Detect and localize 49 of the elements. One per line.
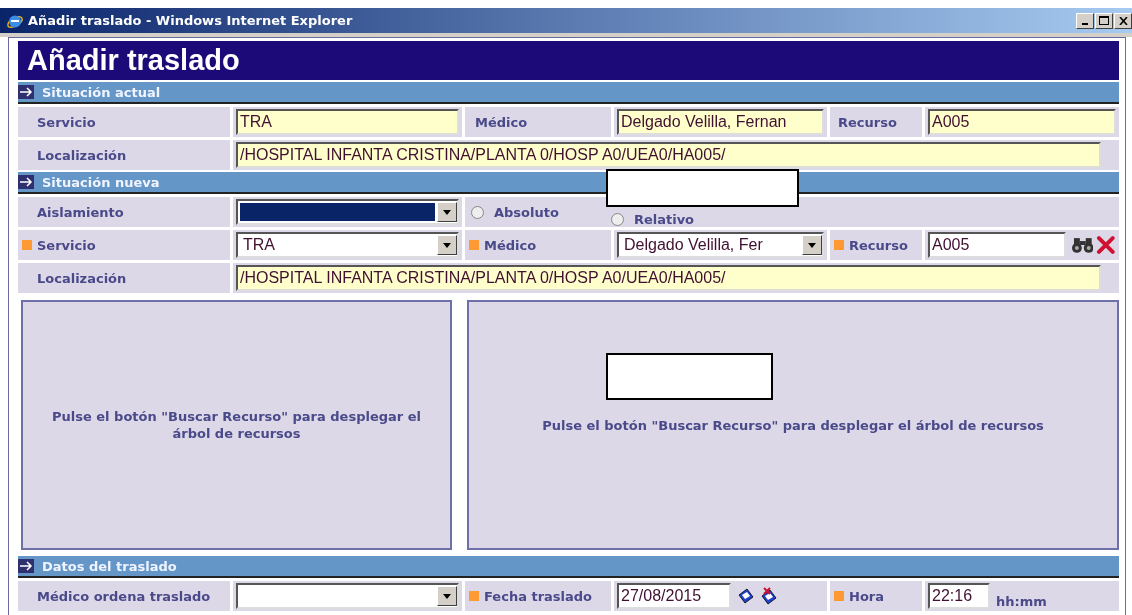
panel-message: Pulse el botón "Buscar Recurso" para desplegar el árbol de recursos: [542, 416, 1044, 434]
field-label: Aislamiento: [37, 204, 124, 220]
field-label: Recurso: [838, 114, 897, 130]
text-field[interactable]: /HOSPITAL INFANTA CRISTINA/PLANTA 0/HOSP A0/UEA0/HA005/: [236, 142, 1101, 168]
text-field[interactable]: Delgado Velilla, Fernan: [617, 109, 824, 135]
time-field[interactable]: 22:16: [928, 583, 990, 609]
dropdown[interactable]: [236, 583, 459, 609]
text-field[interactable]: TRA: [236, 109, 459, 135]
dropdown[interactable]: [236, 199, 459, 225]
date-field[interactable]: 27/08/2015: [617, 583, 731, 609]
field-label: Fecha traslado: [484, 588, 593, 604]
maximize-button[interactable]: [1095, 12, 1113, 29]
page-title: Añadir traslado: [27, 44, 240, 77]
dropdown[interactable]: TRA: [236, 232, 459, 258]
arrow-right-icon: [18, 85, 34, 99]
field-label: Localización: [37, 270, 127, 286]
field-label: Servicio: [37, 237, 96, 253]
text-field[interactable]: A005: [928, 109, 1116, 135]
section-title: Datos del traslado: [42, 558, 177, 574]
radio-button[interactable]: [471, 205, 484, 219]
close-icon: [1118, 16, 1128, 25]
dropdown[interactable]: Delgado Velilla, Fer: [617, 232, 824, 258]
arrow-right-icon: [18, 175, 34, 189]
field-label: Hora: [849, 588, 884, 604]
field-label: Médico: [484, 237, 537, 253]
minimize-button[interactable]: [1076, 12, 1094, 29]
window-title: Añadir traslado - Windows Internet Explorer: [28, 13, 354, 28]
radio-option[interactable]: Relativo: [610, 211, 695, 227]
radio-option[interactable]: Absoluto: [471, 204, 559, 220]
field-label: Servicio: [37, 114, 96, 130]
calendar-icon[interactable]: [737, 587, 755, 605]
section-title: Situación nueva: [42, 174, 160, 190]
panel-message: Pulse el botón "Buscar Recurso" para desplegar el árbol de recursos: [50, 408, 423, 442]
radio-button[interactable]: [610, 212, 624, 226]
field-label: Médico ordena traslado: [37, 588, 211, 604]
field-label: Médico: [475, 114, 528, 130]
field-label: Recurso: [849, 237, 908, 253]
maximize-icon: [1099, 16, 1109, 25]
field-label: Localización: [37, 147, 127, 163]
minimize-icon: [1082, 22, 1088, 25]
section-title: Situación actual: [42, 84, 161, 100]
text-field[interactable]: A005: [928, 232, 1066, 258]
delete-icon[interactable]: [1096, 236, 1116, 254]
close-button[interactable]: [1114, 12, 1132, 29]
binoculars-icon[interactable]: [1071, 236, 1094, 254]
arrow-right-icon: [18, 559, 34, 573]
text-field[interactable]: /HOSPITAL INFANTA CRISTINA/PLANTA 0/HOSP A0/UEA0/HA005/: [236, 265, 1101, 291]
format-hint: hh:mm: [996, 594, 1047, 609]
calendar-clear-icon[interactable]: [759, 587, 779, 605]
